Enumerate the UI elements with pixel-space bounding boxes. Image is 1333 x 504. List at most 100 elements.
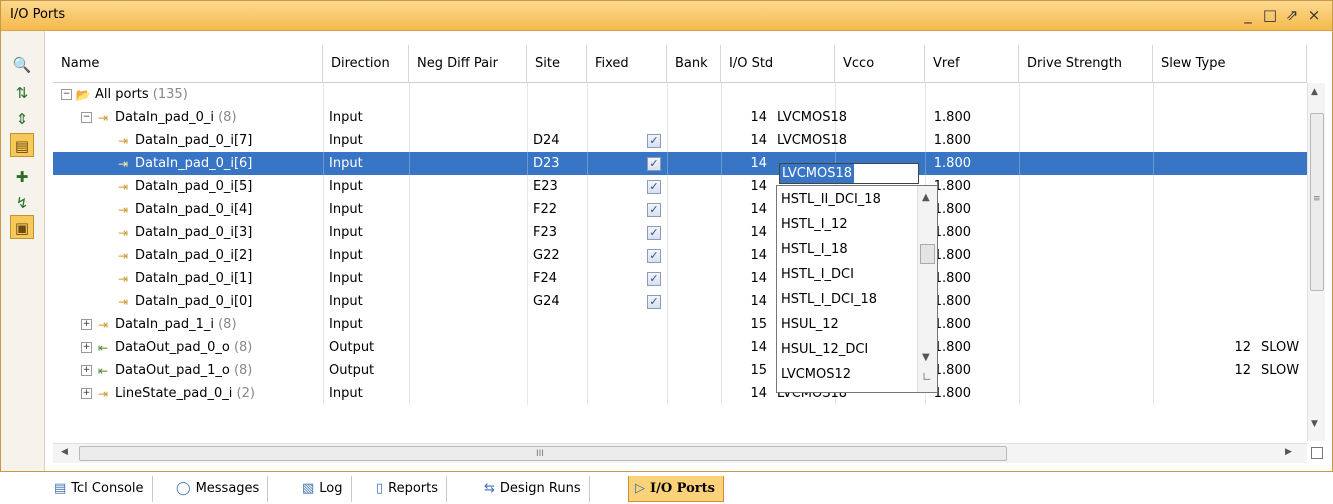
- fixed-cell[interactable]: ✓: [647, 129, 667, 152]
- io-std-cell[interactable]: LVCMOS18: [773, 129, 873, 152]
- table-row[interactable]: ⇥ DataIn_pad_0_i[4] Input F22 ✓ 14 1.800: [53, 198, 1307, 221]
- site-cell[interactable]: [529, 359, 587, 382]
- fixed-cell[interactable]: ✓: [647, 221, 667, 244]
- drive-strength-cell[interactable]: 12: [1183, 359, 1255, 382]
- scroll-down-icon[interactable]: ▼: [922, 352, 930, 363]
- fixed-checkbox[interactable]: ✓: [647, 179, 661, 194]
- direction-cell[interactable]: Input: [325, 175, 409, 198]
- table-row[interactable]: ⇥ DataIn_pad_0_i[3] Input F23 ✓ 14 1.800: [53, 221, 1307, 244]
- bank-cell[interactable]: 14: [721, 244, 771, 267]
- scroll-down-icon[interactable]: ▼: [1311, 419, 1318, 429]
- bank-cell[interactable]: 14: [721, 221, 771, 244]
- bank-cell[interactable]: 14: [721, 382, 771, 405]
- fixed-cell[interactable]: ✓: [647, 152, 667, 175]
- direction-cell[interactable]: Input: [325, 244, 409, 267]
- direction-cell[interactable]: Input: [325, 129, 409, 152]
- direction-cell[interactable]: Input: [325, 221, 409, 244]
- slew-type-cell[interactable]: [1257, 221, 1307, 244]
- place-ports-icon[interactable]: ↯: [10, 191, 34, 215]
- direction-cell[interactable]: [325, 83, 409, 106]
- drive-strength-cell[interactable]: [1183, 290, 1255, 313]
- site-cell[interactable]: F22: [529, 198, 587, 221]
- bank-cell[interactable]: 15: [721, 359, 771, 382]
- col-site[interactable]: Site: [527, 45, 587, 83]
- drive-strength-cell[interactable]: [1183, 244, 1255, 267]
- bank-cell[interactable]: 14: [721, 198, 771, 221]
- fixed-cell[interactable]: ✓: [647, 267, 667, 290]
- expand-icon[interactable]: +: [81, 319, 92, 330]
- table-row[interactable]: + ⇥ DataIn_pad_1_i (8) Input 15 1.800: [53, 313, 1307, 336]
- direction-cell[interactable]: Input: [325, 152, 409, 175]
- float-icon[interactable]: ⇗: [1281, 5, 1303, 25]
- site-cell[interactable]: [529, 83, 587, 106]
- port-name-cell[interactable]: + ⇥ DataIn_pad_1_i (8): [81, 313, 323, 336]
- col-fixed[interactable]: Fixed: [587, 45, 667, 83]
- close-icon[interactable]: ×: [1303, 5, 1325, 25]
- port-name-cell[interactable]: − 📂 All ports (135): [61, 83, 323, 106]
- vcco-cell[interactable]: 1.800: [925, 106, 975, 129]
- fixed-cell[interactable]: ✓: [647, 198, 667, 221]
- port-name-cell[interactable]: ⇥ DataIn_pad_0_i[1]: [101, 267, 323, 290]
- dropdown-option[interactable]: HSTL_I_18: [779, 238, 917, 262]
- slew-type-cell[interactable]: [1257, 244, 1307, 267]
- port-name-cell[interactable]: ⇥ DataIn_pad_0_i[3]: [101, 221, 323, 244]
- site-cell[interactable]: E23: [529, 175, 587, 198]
- slew-type-cell[interactable]: [1257, 152, 1307, 175]
- dropdown-scrollbar[interactable]: ▲ ▼ ∟: [917, 186, 937, 392]
- drive-strength-cell[interactable]: [1183, 129, 1255, 152]
- table-row[interactable]: + ⇥ LineState_pad_0_i (2) Input 14 LVCMOS18 1.…: [53, 382, 1307, 405]
- fixed-cell[interactable]: ✓: [647, 244, 667, 267]
- direction-cell[interactable]: Input: [325, 267, 409, 290]
- drive-strength-cell[interactable]: [1183, 175, 1255, 198]
- collapse-all-icon[interactable]: ⇅: [10, 81, 34, 105]
- vertical-scrollbar[interactable]: ▲ ≡ ▼: [1307, 83, 1325, 441]
- direction-cell[interactable]: Input: [325, 290, 409, 313]
- port-name-cell[interactable]: − ⇥ DataIn_pad_0_i (8): [81, 106, 323, 129]
- fixed-checkbox[interactable]: ✓: [647, 156, 661, 171]
- bank-cell[interactable]: 14: [721, 129, 771, 152]
- direction-cell[interactable]: Output: [325, 336, 409, 359]
- direction-cell[interactable]: Input: [325, 198, 409, 221]
- direction-cell[interactable]: Output: [325, 359, 409, 382]
- bank-cell[interactable]: [721, 83, 771, 106]
- site-cell[interactable]: [529, 313, 587, 336]
- drive-strength-cell[interactable]: [1183, 313, 1255, 336]
- vcco-cell[interactable]: [925, 83, 975, 106]
- group-by-interface-icon[interactable]: ▤: [10, 133, 34, 157]
- bank-cell[interactable]: 14: [721, 290, 771, 313]
- port-name-cell[interactable]: ⇥ DataIn_pad_0_i[7]: [101, 129, 323, 152]
- table-row[interactable]: ⇥ DataIn_pad_0_i[0] Input G24 ✓ 14 1.800: [53, 290, 1307, 313]
- bank-cell[interactable]: 14: [721, 175, 771, 198]
- expand-icon[interactable]: +: [81, 342, 92, 353]
- direction-cell[interactable]: Input: [325, 313, 409, 336]
- site-cell[interactable]: [529, 382, 587, 405]
- site-cell[interactable]: F23: [529, 221, 587, 244]
- tab-reports[interactable]: ▯ Reports: [370, 476, 448, 502]
- collapse-icon[interactable]: −: [81, 112, 92, 123]
- drive-strength-cell[interactable]: 12: [1183, 336, 1255, 359]
- scroll-up-icon[interactable]: ▲: [922, 192, 930, 203]
- io-std-dropdown[interactable]: HSTL_II_DCI_18 HSTL_I_12 HSTL_I_18 HSTL_I_D…: [776, 185, 938, 393]
- direction-cell[interactable]: Input: [325, 106, 409, 129]
- bank-cell[interactable]: 14: [721, 267, 771, 290]
- fixed-checkbox[interactable]: ✓: [647, 202, 661, 217]
- col-io-std[interactable]: I/O Std: [721, 45, 835, 83]
- col-direction[interactable]: Direction: [323, 45, 409, 83]
- drive-strength-cell[interactable]: [1183, 83, 1255, 106]
- dropdown-option[interactable]: HSUL_12: [779, 313, 917, 337]
- port-name-cell[interactable]: ⇥ DataIn_pad_0_i[4]: [101, 198, 323, 221]
- col-bank[interactable]: Bank: [667, 45, 721, 83]
- col-drive-strength[interactable]: Drive Strength: [1019, 45, 1153, 83]
- drive-strength-cell[interactable]: [1183, 106, 1255, 129]
- drive-strength-cell[interactable]: [1183, 382, 1255, 405]
- search-icon[interactable]: 🔍: [10, 53, 34, 77]
- drive-strength-cell[interactable]: [1183, 198, 1255, 221]
- drive-strength-cell[interactable]: [1183, 267, 1255, 290]
- vertical-scroll-thumb[interactable]: ≡: [1310, 113, 1324, 291]
- create-port-icon[interactable]: ✚: [10, 165, 34, 189]
- direction-cell[interactable]: Input: [325, 382, 409, 405]
- site-cell[interactable]: D23: [529, 152, 587, 175]
- site-cell[interactable]: D24: [529, 129, 587, 152]
- expand-icon[interactable]: +: [81, 388, 92, 399]
- col-slew-type[interactable]: Slew Type: [1153, 45, 1307, 83]
